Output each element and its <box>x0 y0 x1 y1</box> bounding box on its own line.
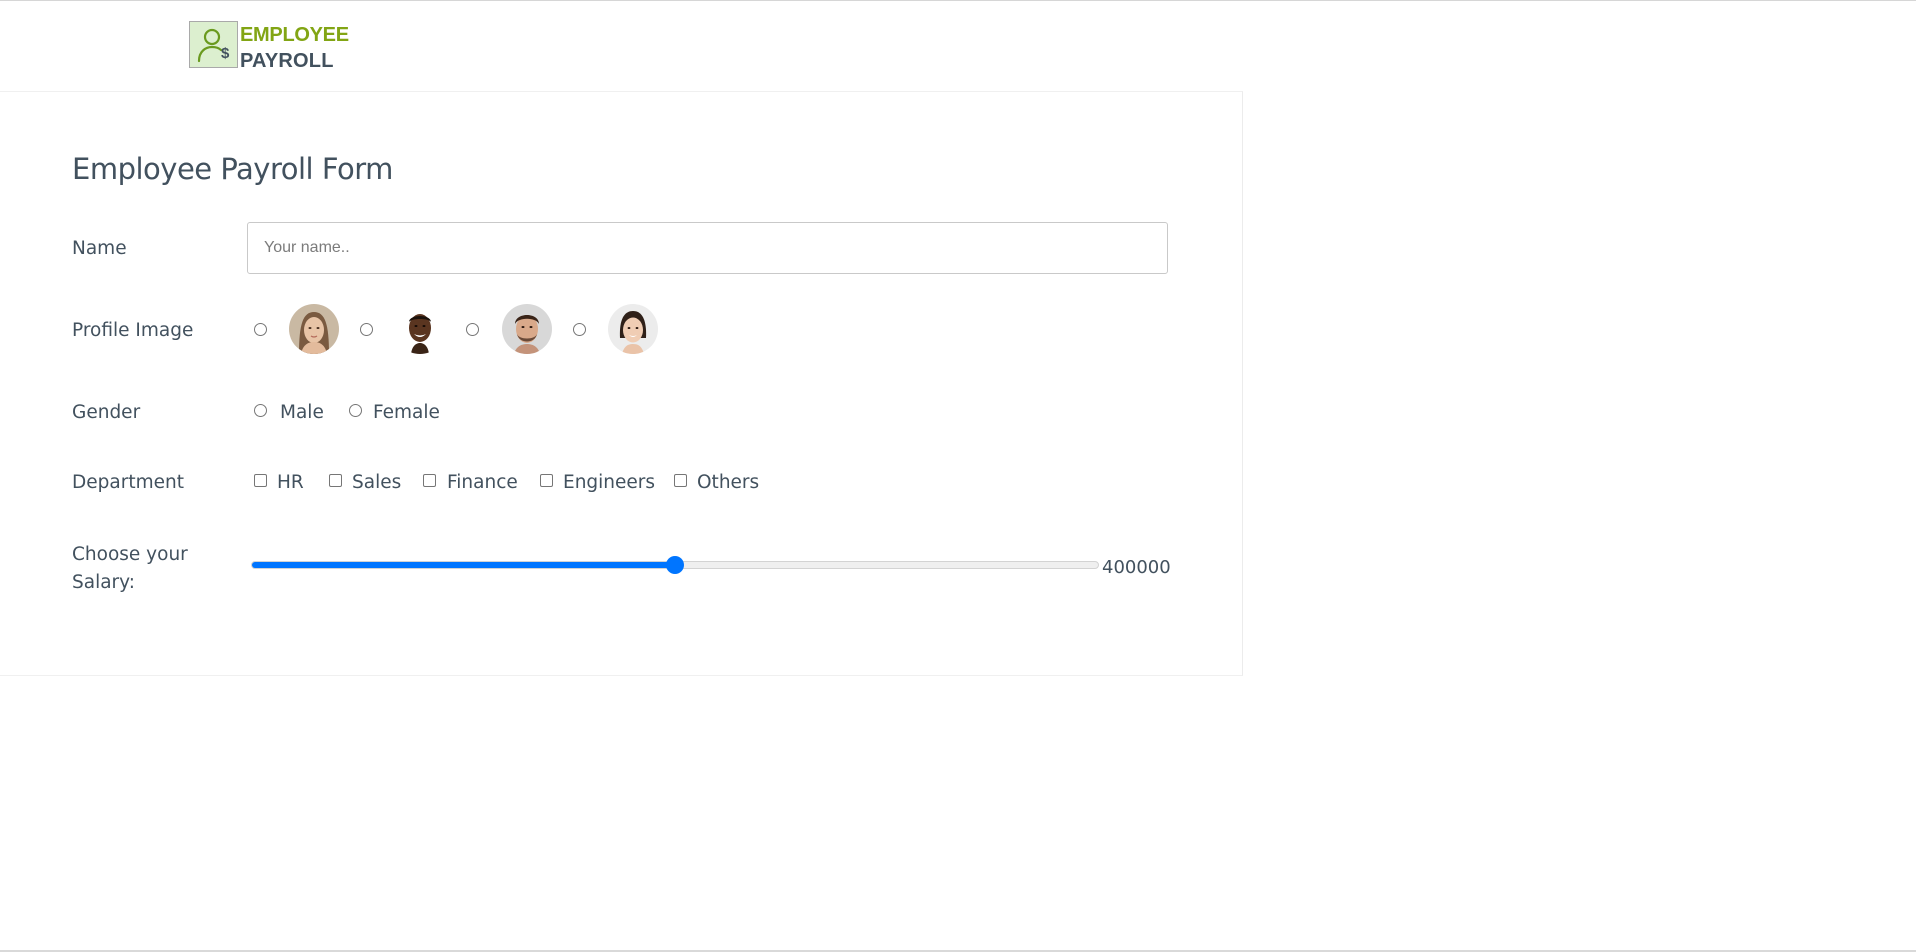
department-checkbox-others[interactable] <box>674 474 687 487</box>
svg-text:$: $ <box>221 45 230 62</box>
payroll-user-icon: $ <box>189 21 238 68</box>
gender-radio-female[interactable] <box>349 404 362 417</box>
department-option-hr-label: HR <box>277 472 304 493</box>
name-label: Name <box>72 238 127 259</box>
department-checkbox-sales[interactable] <box>329 474 342 487</box>
salary-label-line2: Salary: <box>72 572 135 593</box>
salary-slider-fill <box>252 562 676 568</box>
profile-image-radio-2[interactable] <box>360 323 373 336</box>
name-input[interactable] <box>247 222 1168 274</box>
department-option-engineers-label: Engineers <box>563 472 656 493</box>
logo[interactable]: $ EMPLOYEE PAYROLL <box>189 21 349 74</box>
profile-image-radio-3[interactable] <box>466 323 479 336</box>
profile-image-label: Profile Image <box>72 320 194 341</box>
gender-label: Gender <box>72 402 141 423</box>
gender-option-female-label: Female <box>373 402 440 423</box>
logo-line-payroll: PAYROLL <box>240 50 334 72</box>
avatar-woman-1-icon[interactable] <box>289 304 339 354</box>
logo-line-employee: EMPLOYEE <box>240 24 349 46</box>
avatar-woman-2-icon[interactable] <box>608 304 658 354</box>
department-option-others-label: Others <box>697 472 760 493</box>
profile-image-radio-4[interactable] <box>573 323 586 336</box>
profile-image-radio-1[interactable] <box>254 323 267 336</box>
salary-label-line1: Choose your <box>72 544 188 565</box>
department-checkbox-hr[interactable] <box>254 474 267 487</box>
avatar-man-1-icon[interactable] <box>395 304 445 354</box>
gender-option-male-label: Male <box>280 402 324 423</box>
form-title: Employee Payroll Form <box>72 152 393 186</box>
department-checkbox-engineers[interactable] <box>540 474 553 487</box>
salary-label: Choose your Salary: <box>72 541 188 597</box>
department-option-finance-label: Finance <box>447 472 518 493</box>
salary-value: 400000 <box>1102 557 1171 578</box>
payroll-form: Employee Payroll Form Name Profile Image <box>0 91 1243 676</box>
logo-text: EMPLOYEE PAYROLL <box>240 22 349 74</box>
gender-radio-male[interactable] <box>254 404 267 417</box>
department-checkbox-finance[interactable] <box>423 474 436 487</box>
avatar-man-2-icon[interactable] <box>502 304 552 354</box>
header: $ EMPLOYEE PAYROLL <box>0 1 1916 91</box>
department-label: Department <box>72 472 184 493</box>
department-option-sales-label: Sales <box>352 472 402 493</box>
salary-slider-thumb[interactable] <box>666 556 684 574</box>
